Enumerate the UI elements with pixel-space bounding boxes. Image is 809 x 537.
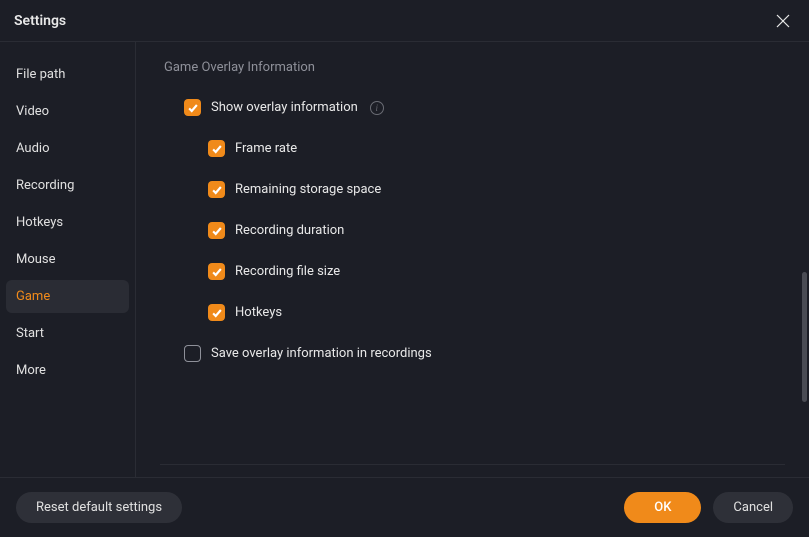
sidebar-item-video[interactable]: Video [6,95,129,128]
settings-window: Settings File path Video Audio Recording… [0,0,809,537]
option-frame-rate: Frame rate [208,140,785,157]
option-label: Show overlay information [211,100,358,115]
body: File path Video Audio Recording Hotkeys … [0,42,809,477]
option-label: Hotkeys [235,305,282,320]
option-hotkeys: Hotkeys [208,304,785,321]
option-duration: Recording duration [208,222,785,239]
sidebar-item-file-path[interactable]: File path [6,58,129,91]
checkbox-save-overlay[interactable] [184,345,201,362]
sidebar: File path Video Audio Recording Hotkeys … [0,42,136,477]
sidebar-item-label: Mouse [16,252,56,267]
close-button[interactable] [771,9,795,33]
option-label: Frame rate [235,141,297,156]
option-save-overlay: Save overlay information in recordings [184,345,785,362]
close-icon [776,14,790,28]
ok-button[interactable]: OK [624,492,701,523]
sidebar-item-label: Game [16,289,50,304]
footer: Reset default settings OK Cancel [0,477,809,537]
footer-right: OK Cancel [624,492,793,523]
check-icon [211,266,223,278]
sidebar-item-label: Start [16,326,44,341]
sidebar-item-start[interactable]: Start [6,317,129,350]
sidebar-item-more[interactable]: More [6,354,129,387]
reset-button[interactable]: Reset default settings [16,492,182,523]
option-file-size: Recording file size [208,263,785,280]
info-icon[interactable]: i [370,101,384,115]
checkbox-hotkeys[interactable] [208,304,225,321]
window-title: Settings [14,13,66,29]
option-label: Recording file size [235,264,340,279]
check-icon [211,184,223,196]
sidebar-item-label: File path [16,67,65,82]
sidebar-item-hotkeys[interactable]: Hotkeys [6,206,129,239]
option-storage: Remaining storage space [208,181,785,198]
content-panel: Game Overlay Information Show overlay in… [136,42,809,477]
checkbox-show-overlay[interactable] [184,99,201,116]
checkbox-storage[interactable] [208,181,225,198]
sidebar-item-label: Hotkeys [16,215,63,230]
check-icon [211,143,223,155]
sidebar-item-label: More [16,363,46,378]
option-label: Remaining storage space [235,182,381,197]
section-title: Game Overlay Information [160,60,785,75]
sidebar-item-game[interactable]: Game [6,280,129,313]
titlebar: Settings [0,0,809,42]
cancel-button[interactable]: Cancel [713,492,793,523]
option-show-overlay: Show overlay information i [184,99,785,116]
check-icon [187,102,199,114]
divider [160,464,785,465]
sidebar-item-label: Video [16,104,49,119]
check-icon [211,225,223,237]
sidebar-item-recording[interactable]: Recording [6,169,129,202]
checkbox-duration[interactable] [208,222,225,239]
sidebar-item-label: Recording [16,178,74,193]
checkbox-file-size[interactable] [208,263,225,280]
option-label: Recording duration [235,223,344,238]
sidebar-item-label: Audio [16,141,49,156]
sidebar-item-mouse[interactable]: Mouse [6,243,129,276]
scrollbar-thumb[interactable] [802,272,807,402]
option-label: Save overlay information in recordings [211,346,432,361]
checkbox-frame-rate[interactable] [208,140,225,157]
check-icon [211,307,223,319]
sidebar-item-audio[interactable]: Audio [6,132,129,165]
